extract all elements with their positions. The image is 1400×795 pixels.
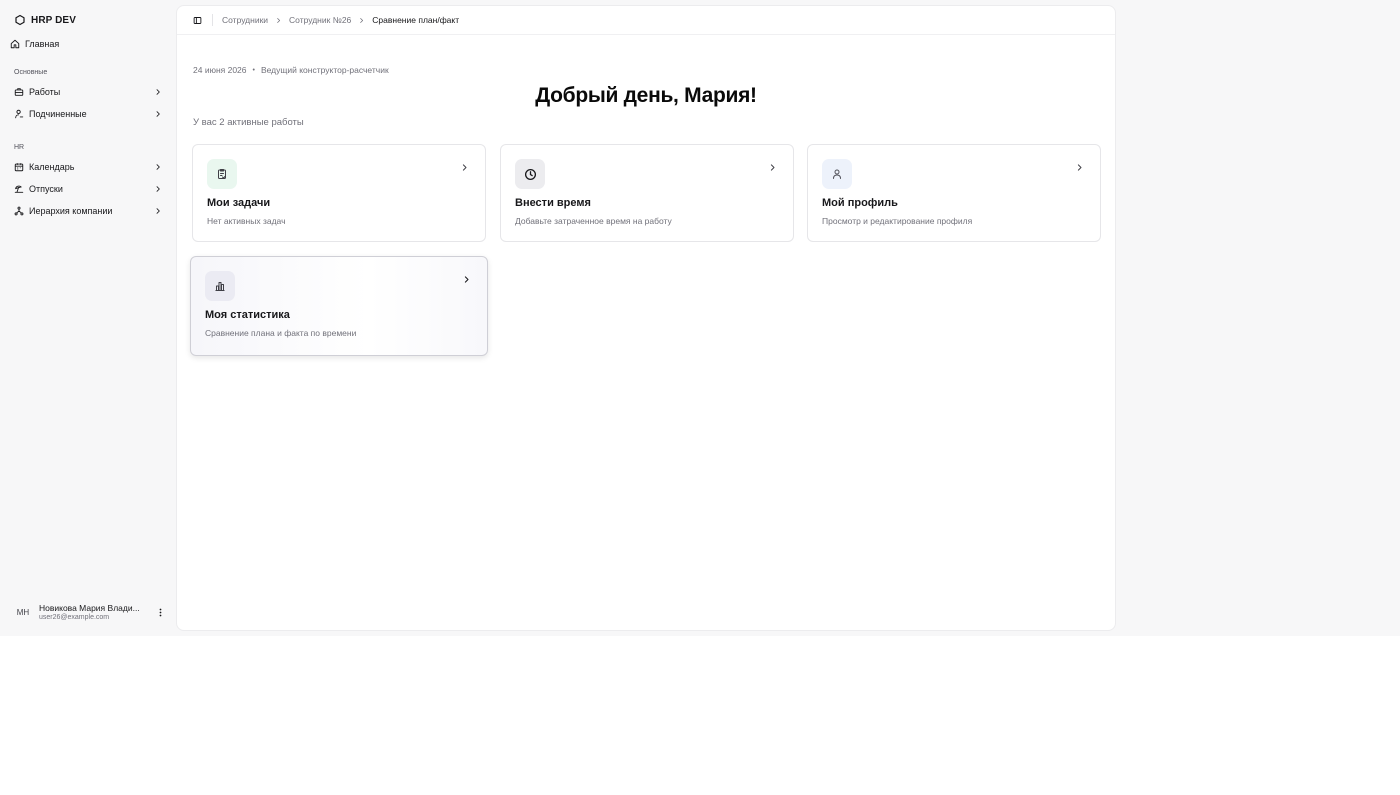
- clock-icon: [515, 159, 545, 189]
- chevron-right-icon: [275, 17, 282, 24]
- card-description: Нет активных задач: [207, 216, 286, 226]
- card-my-tasks[interactable]: Мои задачи Нет активных задач: [192, 144, 486, 242]
- sidebar-toggle-icon[interactable]: [193, 16, 202, 25]
- card-my-profile[interactable]: Мой профиль Просмотр и редактирование пр…: [807, 144, 1101, 242]
- sidebar-section-main: Основные: [14, 69, 48, 76]
- chevron-right-icon: [1075, 163, 1084, 172]
- more-vertical-icon[interactable]: [156, 608, 164, 617]
- card-title: Моя статистика: [205, 309, 290, 321]
- breadcrumb-current: Сравнение план/факт: [372, 15, 460, 25]
- home-icon: [10, 39, 20, 49]
- card-log-time[interactable]: Внести время Добавьте затраченное время …: [500, 144, 794, 242]
- sidebar-item-vacations[interactable]: Отпуски: [14, 181, 162, 197]
- user-menu[interactable]: МН Новикова Мария Влади... user26@exampl…: [12, 600, 164, 624]
- briefcase-icon: [14, 87, 24, 97]
- chevron-right-icon: [462, 275, 471, 284]
- sidebar-section-hr: HR: [14, 144, 25, 151]
- current-date: 24 июня 2026: [193, 65, 247, 75]
- card-description: Просмотр и редактирование профиля: [822, 216, 973, 226]
- chevron-right-icon: [460, 163, 469, 172]
- user-name: Новикова Мария Влади...: [39, 603, 140, 613]
- card-my-statistics[interactable]: Моя статистика Сравнение плана и факта п…: [190, 256, 488, 356]
- sidebar-item-label: Работы: [29, 87, 61, 97]
- clipboard-check-icon: [207, 159, 237, 189]
- sidebar: HRP DEV Главная Основные Работы Подчинен…: [0, 0, 176, 636]
- sidebar-item-hierarchy[interactable]: Иерархия компании: [14, 203, 162, 219]
- user-info: Новикова Мария Влади... user26@example.c…: [39, 603, 156, 621]
- chevron-right-icon: [154, 88, 162, 96]
- sidebar-item-label: Главная: [25, 39, 60, 49]
- job-position: Ведущий конструктор-расчетчик: [260, 65, 389, 75]
- chevron-right-icon: [358, 17, 365, 24]
- sidebar-item-subordinates[interactable]: Подчиненные: [14, 106, 162, 122]
- chevron-right-icon: [154, 163, 162, 171]
- topbar: Сотрудники Сотрудник №26 Сравнение план/…: [177, 6, 1115, 35]
- sidebar-item-works[interactable]: Работы: [14, 84, 162, 100]
- main-panel: Сотрудники Сотрудник №26 Сравнение план/…: [176, 5, 1116, 631]
- breadcrumb-employee[interactable]: Сотрудник №26: [289, 15, 351, 25]
- chevron-right-icon: [154, 110, 162, 118]
- sidebar-item-label: Подчиненные: [29, 109, 87, 119]
- date-position-line: 24 июня 2026 • Ведущий конструктор-расче…: [193, 65, 389, 75]
- bar-chart-icon: [205, 271, 235, 301]
- breadcrumb: Сотрудники Сотрудник №26 Сравнение план/…: [222, 15, 459, 25]
- sidebar-item-label: Календарь: [29, 162, 75, 172]
- page-title: Добрый день, Мария!: [535, 84, 757, 107]
- chevron-right-icon: [768, 163, 777, 172]
- user-icon: [822, 159, 852, 189]
- card-description: Сравнение плана и факта по времени: [205, 328, 357, 338]
- brand[interactable]: HRP DEV: [14, 12, 76, 28]
- calendar-icon: [14, 162, 24, 172]
- card-title: Мой профиль: [822, 197, 898, 209]
- user-email: user26@example.com: [39, 614, 110, 621]
- card-description: Добавьте затраченное время на работу: [515, 216, 672, 226]
- brand-name: HRP DEV: [31, 14, 76, 26]
- sidebar-item-calendar[interactable]: Календарь: [14, 159, 162, 175]
- user-round-icon: [14, 109, 24, 119]
- active-works-count: У вас 2 активные работы: [193, 117, 304, 128]
- chevron-right-icon: [154, 185, 162, 193]
- chevron-right-icon: [154, 207, 162, 215]
- brand-logo-icon: [14, 14, 26, 26]
- separator-dot: •: [252, 66, 255, 74]
- sidebar-item-label: Иерархия компании: [29, 206, 113, 216]
- avatar: МН: [16, 607, 30, 617]
- sidebar-item-label: Отпуски: [29, 184, 63, 194]
- card-title: Мои задачи: [207, 197, 271, 209]
- app-shell: HRP DEV Главная Основные Работы Подчинен…: [0, 0, 1400, 636]
- card-title: Внести время: [515, 197, 591, 209]
- breadcrumb-employees[interactable]: Сотрудники: [222, 15, 268, 25]
- umbrella-beach-icon: [14, 184, 24, 194]
- hierarchy-icon: [14, 206, 24, 216]
- divider: [212, 14, 213, 26]
- sidebar-item-home[interactable]: Главная: [10, 37, 59, 51]
